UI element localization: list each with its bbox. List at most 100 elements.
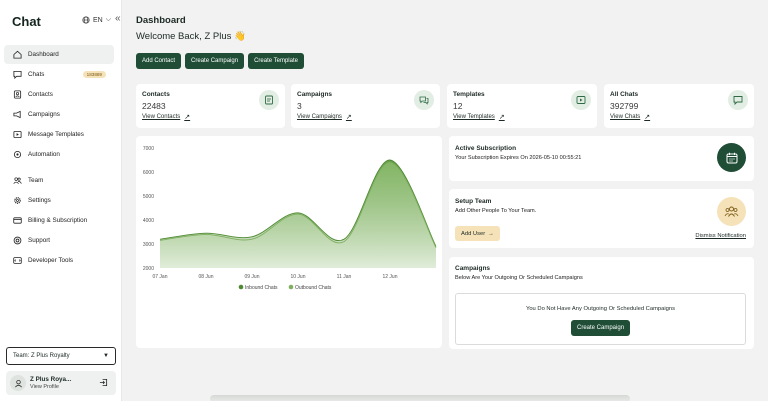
x-tick-label: 07 Jan [152, 274, 167, 280]
team-members-icon [717, 197, 746, 226]
logout-icon[interactable] [99, 378, 108, 389]
stat-value: 22483 [142, 101, 166, 111]
sidebar-item-label: Contacts [28, 91, 53, 98]
chats-chart-card: 2000 3000 4000 5000 6000 7000 07 Jan 08 Jun 09 … [136, 136, 442, 348]
sidebar-item-automation[interactable]: Automation [4, 145, 114, 164]
stat-value: 3 [297, 101, 302, 111]
calendar-icon [717, 143, 746, 172]
setup-team-card: Setup Team Add Other People To Your Team… [449, 189, 754, 248]
arrow-up-right-icon: ↗ [345, 114, 352, 121]
sidebar-item-support[interactable]: Support [4, 231, 114, 250]
avatar [10, 375, 26, 391]
sidebar-item-team[interactable]: Team [4, 171, 114, 190]
view-templates-link[interactable]: View Templates ↗ [453, 113, 505, 121]
view-campaigns-link[interactable]: View Campaigns ↗ [297, 113, 352, 121]
chats-card-icon [728, 90, 748, 110]
sidebar: Chat EN ⌵ « Dashboard Chats 183889 Conta… [0, 0, 122, 401]
team-select[interactable]: Team: Z Plus Royalty ▼ [6, 347, 116, 365]
legend-marker [288, 284, 294, 290]
chevron-down-icon: ⌵ [105, 16, 112, 23]
sidebar-item-label: Billing & Subscription [28, 217, 88, 224]
stat-label: Contacts [142, 91, 170, 98]
stat-label: Campaigns [297, 91, 333, 98]
add-contact-button[interactable]: Add Contact [136, 53, 182, 69]
sidebar-item-label: Dashboard [28, 51, 59, 58]
home-icon [12, 50, 22, 60]
sidebar-item-contacts[interactable]: Contacts [4, 85, 114, 104]
stat-value: 392799 [610, 101, 639, 111]
campaigns-panel-title: Campaigns [455, 265, 491, 272]
stat-label: Templates [453, 91, 485, 98]
y-tick-label: 5000 [143, 194, 154, 200]
sidebar-item-message-templates[interactable]: Message Templates [4, 125, 114, 144]
y-tick-label: 6000 [143, 170, 154, 176]
create-template-button[interactable]: Create Template [248, 53, 304, 69]
welcome-message: Welcome Back, Z Plus 👋 [136, 31, 246, 42]
sidebar-item-billing[interactable]: Billing & Subscription [4, 211, 114, 230]
stat-card-templates: Templates 12 View Templates ↗ [447, 84, 597, 128]
sidebar-item-label: Developer Tools [28, 257, 74, 264]
sidebar-item-label: Automation [28, 151, 60, 158]
caret-down-icon: ▼ [103, 353, 109, 359]
profile-card[interactable]: Z Plus Roya... View Profile [6, 371, 116, 395]
stat-card-campaigns: Campaigns 3 View Campaigns ↗ [291, 84, 440, 128]
stat-card-all-chats: All Chats 392799 View Chats ↗ [604, 84, 754, 128]
language-label: EN [93, 16, 103, 24]
y-tick-label: 7000 [143, 146, 154, 152]
create-campaign-button[interactable]: Create Campaign [185, 53, 245, 69]
collapse-sidebar-icon[interactable]: « [115, 13, 121, 24]
automation-icon [12, 150, 22, 160]
brand-logo: Chat [12, 14, 41, 29]
view-profile-link[interactable]: View Profile [30, 384, 71, 390]
user-icon [14, 379, 22, 387]
create-campaign-empty-button[interactable]: Create Campaign [571, 320, 631, 336]
sidebar-item-dashboard[interactable]: Dashboard [4, 45, 114, 64]
add-user-button[interactable]: Add User → [455, 226, 500, 241]
x-tick-label: 12 Jun [382, 274, 397, 280]
legend-label: Inbound Chats [245, 285, 278, 291]
x-tick-label: 08 Jun [198, 274, 213, 280]
series-area-1 [160, 162, 436, 268]
arrow-up-right-icon: ↗ [644, 114, 651, 121]
campaigns-panel: Campaigns Below Are Your Outgoing Or Sch… [449, 257, 754, 349]
setup-team-title: Setup Team [455, 198, 492, 205]
templates-card-icon [571, 90, 591, 110]
sidebar-nav: Dashboard Chats 183889 Contacts Campaign… [4, 45, 114, 271]
add-user-label: Add User [461, 230, 486, 237]
campaigns-panel-text: Below Are Your Outgoing Or Scheduled Cam… [455, 275, 583, 281]
developer-icon [12, 256, 22, 266]
sidebar-item-label: Support [28, 237, 51, 244]
sidebar-item-campaigns[interactable]: Campaigns [4, 105, 114, 124]
contacts-card-icon [259, 90, 279, 110]
link-label: View Templates [453, 114, 495, 120]
sidebar-item-chats[interactable]: Chats 183889 [4, 65, 114, 84]
template-icon [12, 130, 22, 140]
view-contacts-link[interactable]: View Contacts ↗ [142, 113, 190, 121]
arrow-up-right-icon: ↗ [184, 114, 191, 121]
y-tick-label: 3000 [143, 242, 154, 248]
view-chats-link[interactable]: View Chats ↗ [610, 113, 650, 121]
gear-icon [12, 196, 22, 206]
stat-label: All Chats [610, 91, 639, 98]
globe-icon [82, 16, 90, 24]
horizontal-scrollbar[interactable] [210, 395, 630, 401]
active-subscription-card: Active Subscription Your Subscription Ex… [449, 136, 754, 181]
legend-label: Outbound Chats [295, 285, 332, 291]
sidebar-item-developer-tools[interactable]: Developer Tools [4, 251, 114, 270]
link-label: View Contacts [142, 114, 181, 120]
sidebar-item-label: Team [28, 177, 44, 184]
language-selector[interactable]: EN ⌵ [82, 16, 111, 24]
campaigns-empty-state: You Do Not Have Any Outgoing Or Schedule… [455, 293, 746, 345]
chats-area-chart: 2000 3000 4000 5000 6000 7000 07 Jan 08 Jun 09 … [143, 146, 437, 291]
link-label: View Chats [610, 114, 641, 120]
sidebar-item-settings[interactable]: Settings [4, 191, 114, 210]
team-select-value: Team: Z Plus Royalty [13, 353, 70, 359]
support-icon [12, 236, 22, 246]
empty-state-text: You Do Not Have Any Outgoing Or Schedule… [526, 306, 675, 312]
x-tick-label: 10 Jun [290, 274, 305, 280]
sidebar-item-label: Settings [28, 197, 51, 204]
sidebar-item-label: Message Templates [28, 131, 84, 138]
arrow-right-icon: → [488, 230, 494, 237]
team-icon [12, 176, 22, 186]
dismiss-notification-link[interactable]: Dismiss Notification [695, 233, 746, 239]
